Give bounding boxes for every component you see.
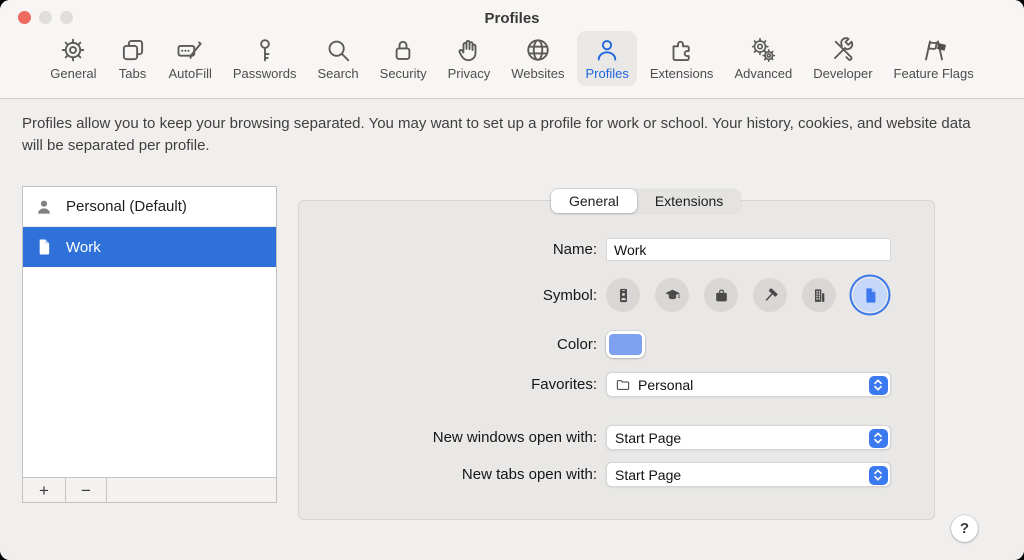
new-windows-dropdown[interactable]: Start Page (606, 425, 891, 450)
flags-icon (924, 40, 946, 61)
symbol-option-graduation-cap[interactable] (655, 278, 689, 312)
toolbar-item-tabs[interactable]: Tabs (110, 31, 156, 86)
toolbar-item-label: AutoFill (168, 66, 212, 81)
close-button[interactable] (18, 11, 31, 24)
color-swatch (609, 334, 642, 355)
tools-icon (833, 37, 854, 61)
help-button[interactable]: ? (951, 515, 978, 542)
symbol-option-id-badge[interactable] (606, 278, 640, 312)
profile-name: Work (66, 238, 101, 256)
detail-tabs: General Extensions (551, 189, 742, 213)
add-profile-button[interactable]: + (23, 478, 66, 502)
dropdown-stepper-icon (868, 428, 888, 448)
gears-icon (752, 37, 776, 62)
profiles-list-rows: Personal (Default) Work (23, 187, 276, 477)
toolbar-item-label: Websites (511, 66, 565, 81)
toolbar-item-feature-flags[interactable]: Feature Flags (886, 31, 982, 86)
key-icon (259, 39, 270, 62)
toolbar-item-advanced[interactable]: Advanced (726, 31, 800, 86)
favorites-dropdown[interactable]: Personal (606, 372, 891, 397)
toolbar-item-label: Profiles (585, 66, 629, 81)
traffic-lights (18, 11, 73, 24)
toolbar-item-label: Tabs (118, 66, 147, 81)
toolbar-item-extensions[interactable]: Extensions (642, 31, 722, 86)
new-windows-value: Start Page (615, 429, 682, 446)
color-well[interactable] (606, 331, 645, 358)
symbol-option-hammer[interactable] (753, 278, 787, 312)
globe-icon (527, 39, 549, 61)
building-icon (814, 288, 824, 302)
symbol-option-document[interactable] (853, 278, 887, 312)
new-tabs-label: New tabs open with: (461, 466, 597, 483)
new-windows-label: New windows open with: (432, 429, 597, 446)
puzzle-icon (672, 40, 690, 61)
toolbar-item-profiles[interactable]: Profiles (577, 31, 637, 86)
name-label: Name: (552, 241, 597, 258)
toolbar-item-general[interactable]: General (42, 31, 104, 86)
toolbar-item-label: Feature Flags (893, 66, 974, 81)
toolbar-item-label: Security (379, 66, 427, 81)
toolbar-item-autofill[interactable]: AutoFill (161, 31, 220, 86)
tabs-icon (122, 39, 143, 61)
window-title: Profiles (484, 10, 540, 27)
profiles-pane: Profiles allow you to keep your browsing… (0, 100, 1024, 560)
toolbar-item-label: Privacy (447, 66, 491, 81)
document-icon (39, 239, 50, 255)
hand-icon (458, 40, 477, 62)
favorites-label: Favorites: (531, 376, 597, 393)
id-badge-icon (619, 288, 627, 302)
minimize-button[interactable] (39, 11, 52, 24)
profiles-list: Personal (Default) Work + − (22, 186, 277, 503)
profile-name-input[interactable] (606, 238, 891, 261)
toolbar-item-security[interactable]: Security (372, 31, 435, 86)
autofill-icon (177, 41, 202, 59)
zoom-button[interactable] (60, 11, 73, 24)
toolbar-item-label: Developer (813, 66, 873, 81)
new-tabs-value: Start Page (615, 466, 682, 483)
remove-profile-button[interactable]: − (66, 478, 107, 502)
toolbar-item-label: Passwords (232, 66, 297, 81)
tab-general[interactable]: General (551, 189, 637, 213)
new-tabs-dropdown[interactable]: Start Page (606, 462, 891, 487)
magnifier-icon (328, 40, 350, 62)
list-footer: + − (23, 477, 276, 502)
toolbar-item-label: Advanced (734, 66, 793, 81)
list-footer-spacer (107, 478, 276, 502)
graduation-cap-icon (664, 289, 680, 299)
profile-detail-panel: General Extensions Name: Symbol: (298, 189, 935, 520)
favorites-value: Personal (638, 376, 694, 393)
toolbar-item-websites[interactable]: Websites (503, 31, 572, 86)
toolbar-item-privacy[interactable]: Privacy (440, 31, 499, 86)
person-icon (597, 40, 617, 61)
window-header: Profiles General Tabs AutoFill Passwords (0, 0, 1024, 99)
list-item-work[interactable]: Work (23, 227, 276, 267)
profiles-description: Profiles allow you to keep your browsing… (22, 115, 971, 154)
lock-icon (395, 40, 411, 60)
profile-name: Personal (Default) (66, 198, 187, 215)
toolbar-item-label: Search (317, 66, 359, 81)
toolbar-item-passwords[interactable]: Passwords (225, 31, 305, 86)
toolbar-item-search[interactable]: Search (309, 31, 366, 86)
tab-extensions[interactable]: Extensions (637, 189, 741, 213)
list-item-personal[interactable]: Personal (Default) (23, 187, 276, 227)
titlebar: Profiles (0, 0, 1024, 28)
dropdown-stepper-icon (868, 375, 888, 395)
color-label: Color: (556, 336, 597, 353)
toolbar-item-developer[interactable]: Developer (805, 31, 880, 86)
person-icon (38, 200, 50, 214)
dropdown-stepper-icon (868, 465, 888, 485)
symbol-option-building[interactable] (802, 278, 836, 312)
preferences-window: Profiles General Tabs AutoFill Passwords (0, 0, 1024, 560)
preferences-toolbar: General Tabs AutoFill Passwords Search S (0, 31, 1024, 86)
hammer-icon (765, 287, 778, 301)
folder-icon (616, 379, 630, 390)
toolbar-item-label: Extensions (649, 66, 714, 81)
toolbar-item-label: General (50, 66, 97, 81)
symbol-label: Symbol: (542, 286, 597, 304)
document-icon (865, 287, 875, 303)
gear-icon (62, 38, 85, 62)
symbol-option-briefcase[interactable] (704, 278, 738, 312)
briefcase-icon (715, 289, 727, 301)
